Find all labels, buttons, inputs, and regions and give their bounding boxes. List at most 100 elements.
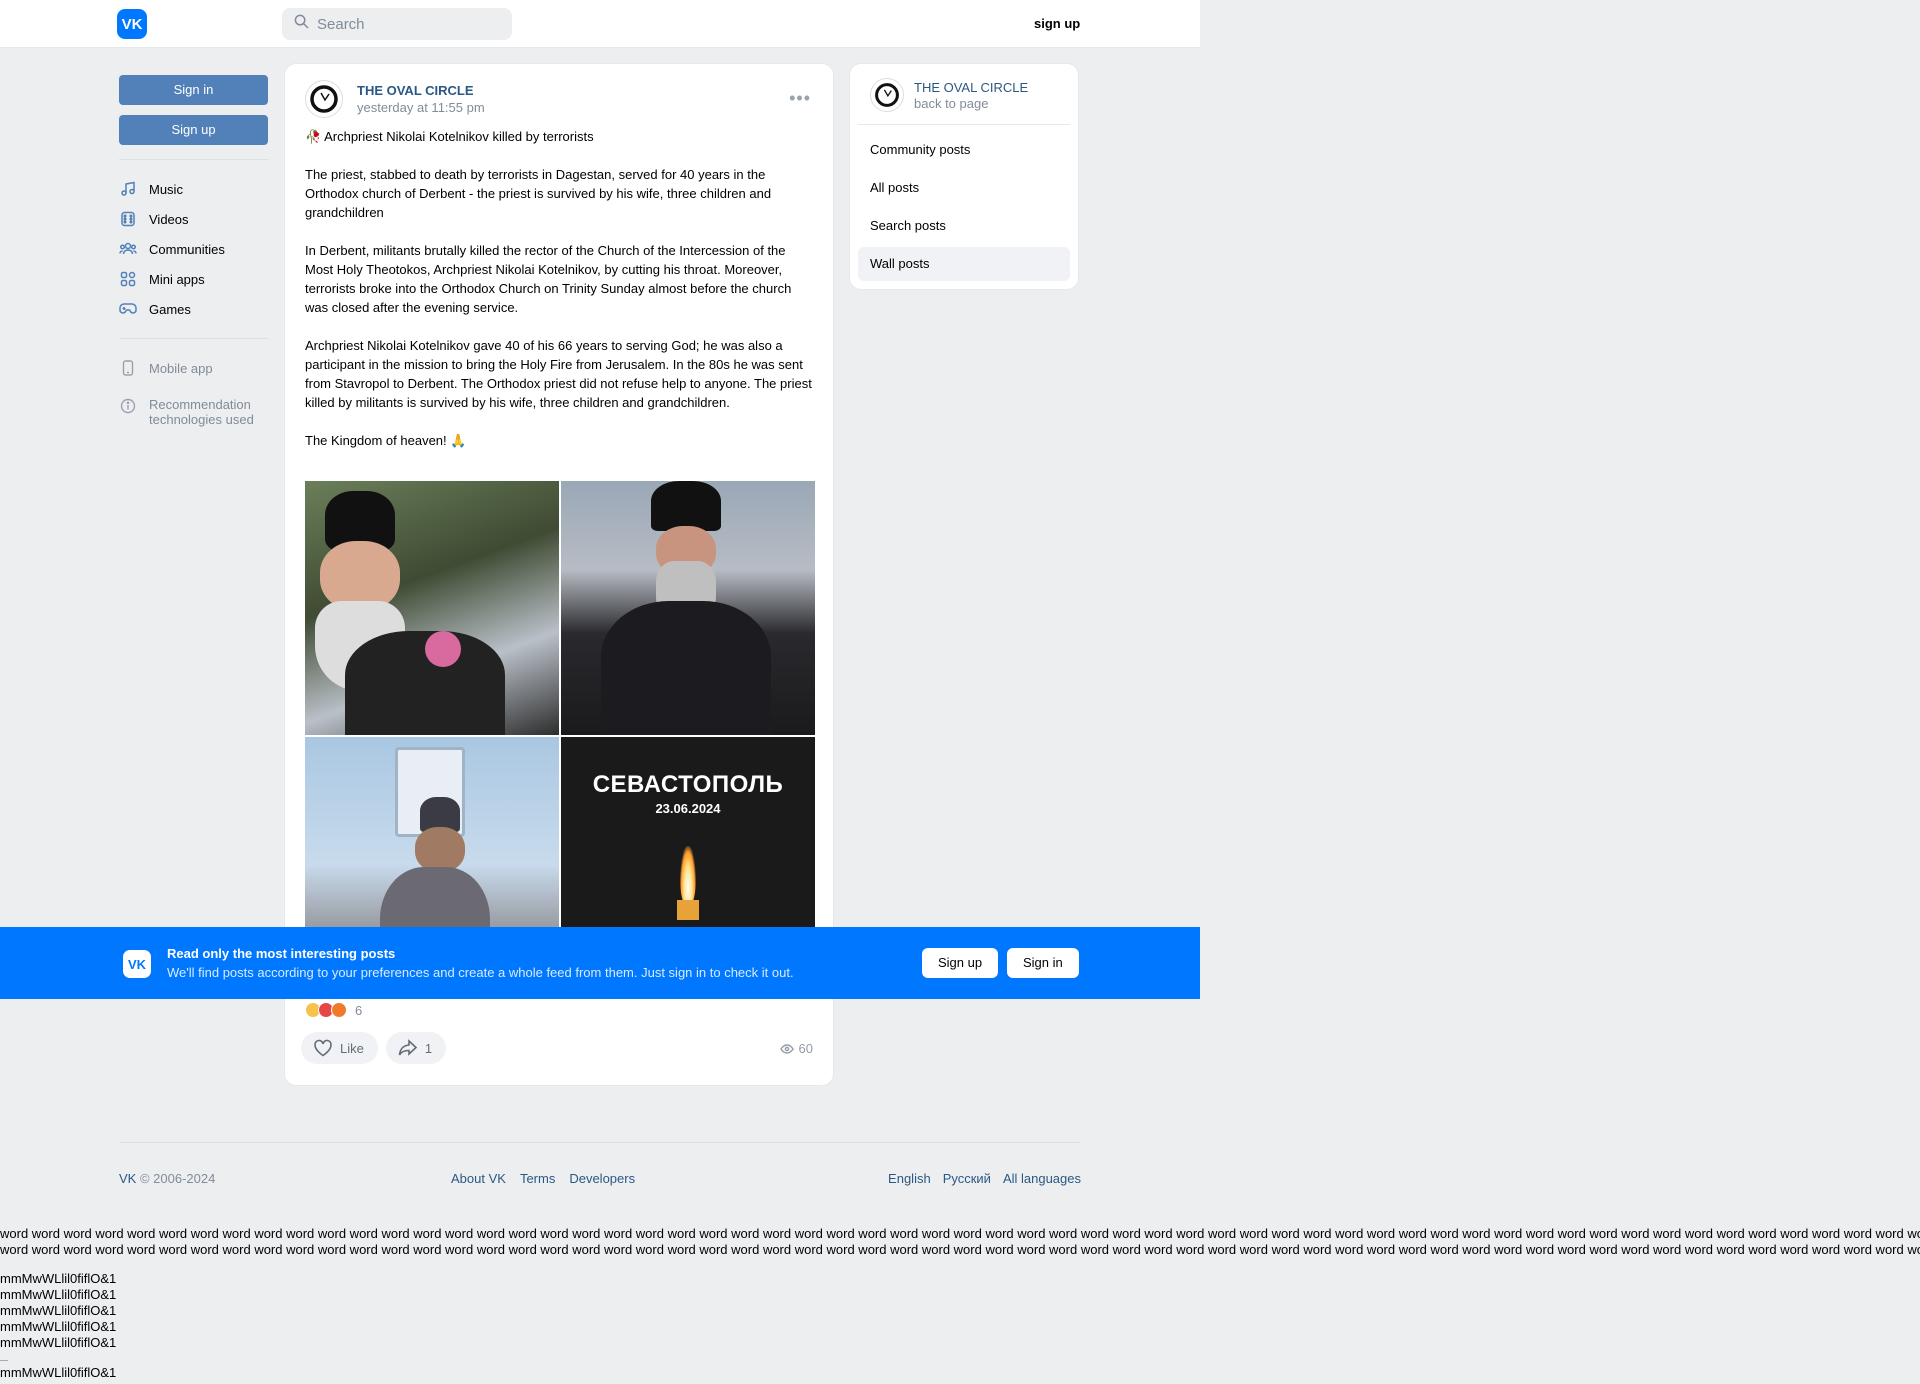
candle-flame-icon <box>680 846 696 906</box>
photo-caption-city: СЕВАСТОПОЛЬ <box>592 771 784 798</box>
filler-text: word word word word word word word word … <box>0 1226 1920 1258</box>
photo-grid: СЕВАСТОПОЛЬ 23.06.2024 <box>305 481 815 991</box>
sidebar-item-label: Recommendation technologies used <box>149 397 254 427</box>
footer-link-developers[interactable]: Developers <box>569 1171 635 1186</box>
like-label: Like <box>340 1040 364 1056</box>
glyph-line: mmMwWLlil0fiflO&1 <box>0 1319 117 1334</box>
sidebar-divider <box>119 159 269 160</box>
like-button[interactable]: Like <box>301 1032 378 1064</box>
info-icon <box>119 397 137 415</box>
candle-icon <box>677 900 699 920</box>
more-options-icon[interactable]: ••• <box>789 88 811 109</box>
signin-promo-banner: VK Read only the most interesting posts … <box>0 927 1200 999</box>
post-paragraph: In Derbent, militants brutally killed th… <box>305 243 792 315</box>
footer-brand-link[interactable]: VK <box>119 1171 136 1186</box>
menu-wall-posts[interactable]: Wall posts <box>858 247 1070 281</box>
footer-links: About VK Terms Developers <box>451 1171 635 1186</box>
sidebar-item-music[interactable]: Music <box>119 174 269 204</box>
sidebar-item-label: Mini apps <box>149 271 205 287</box>
lang-russian[interactable]: Русский <box>943 1171 991 1186</box>
sidebar-item-label: Videos <box>149 211 189 227</box>
photo-caption-date: 23.06.2024 <box>655 801 721 816</box>
sidebar-item-label: Music <box>149 181 183 197</box>
footer-link-about[interactable]: About VK <box>451 1171 506 1186</box>
community-name: THE OVAL CIRCLE <box>914 79 1029 95</box>
post-title: Archpriest Nikolai Kotelnikov killed by … <box>324 129 594 144</box>
post-author-link[interactable]: THE OVAL CIRCLE <box>357 83 485 98</box>
copyright: VK © 2006-2024 <box>119 1171 215 1186</box>
right-sidebar: THE OVAL CIRCLE back to page Community p… <box>849 63 1079 290</box>
sidebar-item-games[interactable]: Games <box>119 294 269 324</box>
video-icon <box>119 210 137 228</box>
sidebar-item-mini-apps[interactable]: Mini apps <box>119 264 269 294</box>
mini-apps-icon <box>119 270 137 288</box>
post-timestamp[interactable]: yesterday at 11:55 pm <box>357 100 485 115</box>
communities-icon <box>119 240 137 258</box>
separator <box>0 1351 8 1361</box>
sidebar-item-communities[interactable]: Communities <box>119 234 269 264</box>
sign-up-button[interactable]: Sign up <box>119 115 268 145</box>
mobile-phone-icon <box>119 359 137 377</box>
menu-all-posts[interactable]: All posts <box>858 171 1070 205</box>
glyph-test-block: mmMwWLlil0fiflO&1 mmMwWLlil0fiflO&1 mmMw… <box>0 1271 116 1381</box>
post-photo[interactable] <box>561 481 815 735</box>
sign-in-button[interactable]: Sign in <box>119 75 268 105</box>
search-input[interactable] <box>317 15 507 33</box>
filler-line: word word word word word word word word … <box>0 1242 1920 1257</box>
angry-reaction-icon <box>331 1002 347 1018</box>
community-avatar-small <box>870 78 904 112</box>
search-icon <box>294 14 309 34</box>
header-signup-link[interactable]: sign up <box>1034 16 1080 31</box>
sidebar-item-mobile-app[interactable]: Mobile app <box>119 353 269 383</box>
lang-english[interactable]: English <box>888 1171 931 1186</box>
music-icon <box>119 180 137 198</box>
games-icon <box>119 300 137 318</box>
post-paragraph: The priest, stabbed to death by terroris… <box>305 167 772 220</box>
menu-search-posts[interactable]: Search posts <box>858 209 1070 243</box>
share-button[interactable]: 1 <box>385 1032 447 1064</box>
reactions-count: 6 <box>355 1002 363 1018</box>
post-actions: Like 1 <box>301 1032 447 1064</box>
glyph-line: mmMwWLlil0fiflO&1 <box>0 1287 117 1302</box>
menu-community-posts[interactable]: Community posts <box>858 133 1070 167</box>
sidebar-divider <box>119 338 269 339</box>
search-box[interactable] <box>282 8 512 40</box>
copyright-text: © 2006-2024 <box>136 1171 216 1186</box>
views-count: 60 <box>798 1041 813 1056</box>
share-count: 1 <box>424 1040 433 1056</box>
post-header: THE OVAL CIRCLE yesterday at 11:55 pm <box>305 80 485 118</box>
filler-line: word word word word word word word word … <box>0 1226 1920 1241</box>
vk-logo[interactable]: VK <box>117 9 147 39</box>
page-footer: VK © 2006-2024 About VK Terms Developers… <box>119 1142 1081 1186</box>
banner-sign-in-button[interactable]: Sign in <box>1007 948 1079 978</box>
sidebar-item-label: Games <box>149 301 191 317</box>
sidebar-item-label: Mobile app <box>149 360 213 376</box>
sidebar-item-videos[interactable]: Videos <box>119 204 269 234</box>
glyph-line: mmMwWLlil0fiflO&1 <box>0 1303 117 1318</box>
views-counter: 60 <box>779 1041 813 1056</box>
banner-sign-up-button[interactable]: Sign up <box>922 948 999 978</box>
heart-icon <box>313 1039 333 1057</box>
post-paragraph: Archpriest Nikolai Kotelnikov gave 40 of… <box>305 338 812 410</box>
banner-subtitle: We'll find posts according to your prefe… <box>167 965 794 980</box>
sidebar-item-recommendation[interactable]: Recommendation technologies used <box>119 383 269 431</box>
top-header: VK sign up <box>0 0 1200 48</box>
share-icon <box>398 1039 418 1057</box>
community-avatar[interactable] <box>305 80 343 118</box>
reactions-summary[interactable]: 6 <box>305 1002 362 1018</box>
footer-link-terms[interactable]: Terms <box>520 1171 555 1186</box>
lang-all[interactable]: All languages <box>1003 1171 1081 1186</box>
post-paragraph: The Kingdom of heaven! 🙏 <box>305 433 467 448</box>
eye-icon <box>779 1043 794 1054</box>
banner-title: Read only the most interesting posts <box>167 946 396 961</box>
glyph-line: mmMwWLlil0fiflO&1 <box>0 1365 117 1380</box>
vk-logo-banner: VK <box>123 950 151 978</box>
sidebar-item-label: Communities <box>149 241 225 257</box>
footer-languages: English Русский All languages <box>888 1171 1081 1186</box>
rose-emoji-icon: 🥀 <box>305 129 322 144</box>
community-back-link[interactable]: THE OVAL CIRCLE back to page <box>858 64 1070 125</box>
glyph-line: mmMwWLlil0fiflO&1 <box>0 1335 117 1350</box>
post-photo[interactable] <box>305 481 559 735</box>
post-text: 🥀 Archpriest Nikolai Kotelnikov killed b… <box>305 127 815 469</box>
back-to-page-label: back to page <box>914 95 989 111</box>
